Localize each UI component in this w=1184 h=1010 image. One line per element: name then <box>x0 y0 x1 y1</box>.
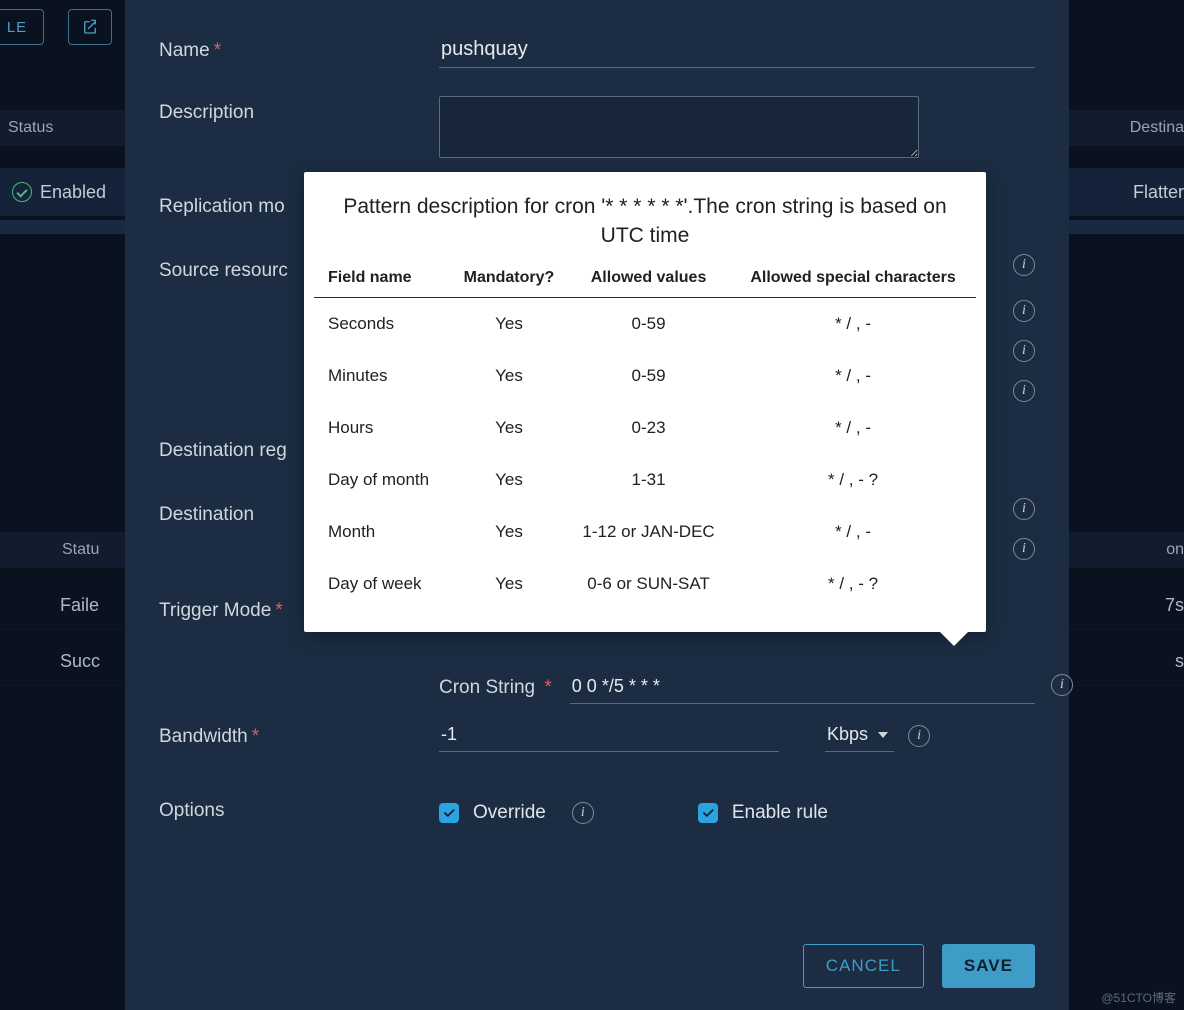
cron-cell-field: Day of week <box>314 558 451 610</box>
override-checkbox[interactable] <box>439 803 459 823</box>
cron-help-tooltip: Pattern description for cron '* * * * * … <box>304 172 986 632</box>
bg-col-destination: Destina <box>1130 119 1184 137</box>
cron-help-row: MonthYes1-12 or JAN-DEC* / , - <box>314 506 976 558</box>
cron-cell-field: Seconds <box>314 297 451 350</box>
cron-cell-values: 0-23 <box>567 402 730 454</box>
options-label: Options <box>159 794 439 822</box>
info-icon[interactable] <box>1013 300 1035 322</box>
cron-cell-field: Hours <box>314 402 451 454</box>
cron-cell-values: 0-59 <box>567 350 730 402</box>
chevron-down-icon <box>878 732 888 738</box>
bg-fail-label: Faile <box>60 595 99 616</box>
cron-help-title: Pattern description for cron '* * * * * … <box>340 192 950 251</box>
bg-fail-val: 7s <box>1165 595 1184 616</box>
th-mand: Mandatory? <box>451 261 567 298</box>
info-icon[interactable] <box>1051 674 1073 696</box>
description-label: Description <box>159 96 439 124</box>
toolbar-button-le[interactable]: LE <box>0 9 44 45</box>
cron-cell-values: 1-31 <box>567 454 730 506</box>
bg-col-on: on <box>1166 541 1184 559</box>
cron-help-row: HoursYes0-23* / , - <box>314 402 976 454</box>
cron-cell-field: Month <box>314 506 451 558</box>
cron-help-row: MinutesYes0-59* / , - <box>314 350 976 402</box>
cron-cell-mandatory: Yes <box>451 402 567 454</box>
info-icon[interactable] <box>1013 538 1035 560</box>
cron-string-label: Cron String * <box>439 677 552 699</box>
save-button[interactable]: SAVE <box>942 944 1035 988</box>
cron-cell-special: * / , - <box>730 402 976 454</box>
cron-help-row: SecondsYes0-59* / , - <box>314 297 976 350</box>
bg-succ-label: Succ <box>60 651 100 672</box>
cron-cell-mandatory: Yes <box>451 506 567 558</box>
th-special: Allowed special characters <box>730 261 976 298</box>
info-icon[interactable] <box>1013 254 1035 276</box>
check-icon <box>701 806 715 820</box>
bg-col-status: Status <box>8 119 53 137</box>
cron-cell-mandatory: Yes <box>451 558 567 610</box>
info-icon[interactable] <box>572 802 594 824</box>
cron-cell-field: Minutes <box>314 350 451 402</box>
cron-cell-special: * / , - <box>730 350 976 402</box>
description-input[interactable] <box>439 96 919 158</box>
info-icon[interactable] <box>1013 340 1035 362</box>
button-row: CANCEL SAVE <box>159 944 1035 988</box>
info-icon[interactable] <box>1013 498 1035 520</box>
cron-cell-values: 0-6 or SUN-SAT <box>567 558 730 610</box>
bandwidth-unit-select[interactable]: Kbps <box>825 720 894 752</box>
cron-cell-mandatory: Yes <box>451 350 567 402</box>
watermark: @51CTO博客 <box>1101 989 1176 1006</box>
bandwidth-label: Bandwidth* <box>159 720 439 748</box>
bandwidth-unit-value: Kbps <box>827 724 868 745</box>
enable-rule-checkbox[interactable] <box>698 803 718 823</box>
cancel-button[interactable]: CANCEL <box>803 944 924 988</box>
bg-enabled-text: Enabled <box>40 182 106 203</box>
th-field: Field name <box>314 261 451 298</box>
info-icon[interactable] <box>908 725 930 747</box>
bg-succ-val: s <box>1175 651 1184 672</box>
cron-cell-values: 0-59 <box>567 297 730 350</box>
cron-cell-special: * / , - ? <box>730 454 976 506</box>
cron-cell-special: * / , - <box>730 297 976 350</box>
name-label: Name* <box>159 34 439 62</box>
cron-cell-special: * / , - ? <box>730 558 976 610</box>
th-values: Allowed values <box>567 261 730 298</box>
cron-cell-field: Day of month <box>314 454 451 506</box>
tooltip-arrow-icon <box>940 632 968 646</box>
cron-cell-mandatory: Yes <box>451 297 567 350</box>
cron-help-row: Day of monthYes1-31* / , - ? <box>314 454 976 506</box>
info-icon[interactable] <box>1013 380 1035 402</box>
cron-cell-values: 1-12 or JAN-DEC <box>567 506 730 558</box>
override-label: Override <box>473 802 546 824</box>
check-circle-icon <box>12 182 32 202</box>
enable-rule-label: Enable rule <box>732 802 828 824</box>
bandwidth-input[interactable] <box>439 720 779 752</box>
toolbar-button-export[interactable] <box>68 9 112 45</box>
cron-help-row: Day of weekYes0-6 or SUN-SAT* / , - ? <box>314 558 976 610</box>
check-icon <box>442 806 456 820</box>
cron-string-input[interactable] <box>570 672 1035 704</box>
bg-flatten-text: Flatter <box>1133 182 1184 203</box>
export-icon <box>81 18 99 36</box>
cron-cell-mandatory: Yes <box>451 454 567 506</box>
name-input[interactable] <box>439 34 1035 68</box>
cron-cell-special: * / , - <box>730 506 976 558</box>
cron-help-table: Field name Mandatory? Allowed values All… <box>314 261 976 610</box>
bg-col-statu: Statu <box>62 541 99 559</box>
